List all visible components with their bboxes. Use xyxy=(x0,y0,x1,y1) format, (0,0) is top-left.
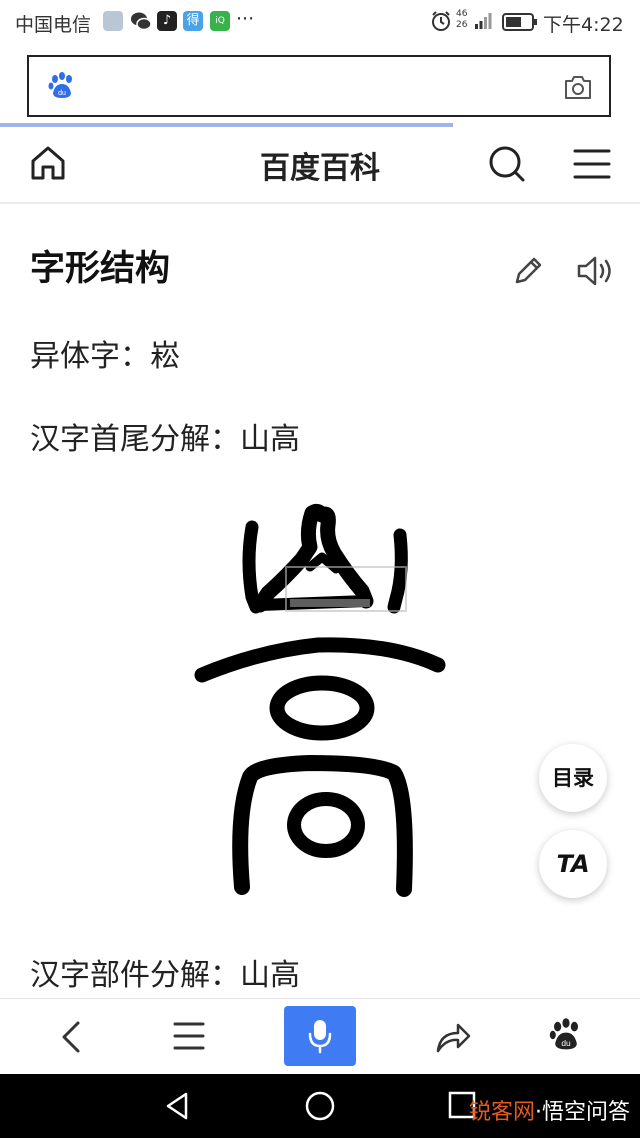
search-icon[interactable] xyxy=(487,144,527,188)
menu-icon[interactable] xyxy=(573,147,611,185)
battery-icon xyxy=(502,13,538,35)
app-notification-icon: 得 xyxy=(183,11,203,31)
font-size-button[interactable]: TA xyxy=(539,830,607,898)
search-input[interactable]: du xyxy=(27,55,611,117)
wechat-icon xyxy=(130,10,152,36)
iqiyi-icon: iQ xyxy=(210,11,230,31)
seal-script-character-image xyxy=(194,503,446,897)
watermark-accent: 锐客网 xyxy=(468,1100,535,1125)
status-bar: 中国电信 ♪ 得 iQ ··· 46 26 下午4:22 xyxy=(0,0,640,44)
voice-search-button[interactable] xyxy=(284,1006,356,1066)
baidu-paw-icon: du xyxy=(47,71,77,105)
microphone-icon xyxy=(308,1018,332,1058)
toc-button[interactable]: 目录 xyxy=(539,744,607,812)
list-icon[interactable] xyxy=(172,1021,206,1055)
carrier-label: 中国电信 xyxy=(15,14,92,36)
clock: 下午4:22 xyxy=(543,14,624,36)
bottom-toolbar: du xyxy=(0,998,640,1075)
speaker-icon[interactable] xyxy=(576,254,614,292)
nav-home-icon[interactable] xyxy=(304,1090,336,1126)
system-navigation-bar: 锐客网·悟空问答 xyxy=(0,1074,640,1138)
svg-text:du: du xyxy=(58,90,66,97)
head-tail-decomposition-row: 汉字首尾分解：山高 xyxy=(30,422,300,457)
nav-back-icon[interactable] xyxy=(162,1090,194,1126)
signal-icon xyxy=(474,12,492,34)
component-decomposition-row: 汉字部件分解：山高 xyxy=(30,958,300,993)
baidu-paw-icon[interactable]: du xyxy=(548,1017,584,1057)
chevron-left-icon[interactable] xyxy=(58,1019,84,1059)
app-notification-icon xyxy=(103,11,123,31)
pencil-icon[interactable] xyxy=(511,254,545,292)
watermark-rest: ·悟空问答 xyxy=(535,1100,630,1125)
site-title: 百度百科 xyxy=(260,151,380,186)
share-icon[interactable] xyxy=(434,1019,472,1059)
alarm-icon xyxy=(430,10,452,36)
camera-icon[interactable] xyxy=(563,73,593,105)
watermark-text: 锐客网·悟空问答 xyxy=(469,1094,630,1126)
svg-text:du: du xyxy=(561,1038,571,1048)
section-title: 字形结构 xyxy=(30,249,171,289)
network-type-label: 46 26 xyxy=(456,9,468,30)
more-notifications: ··· xyxy=(236,8,255,30)
tiktok-icon: ♪ xyxy=(157,11,177,31)
page-header: 百度百科 xyxy=(0,127,640,204)
variant-character-row: 异体字：崧 xyxy=(30,339,180,374)
